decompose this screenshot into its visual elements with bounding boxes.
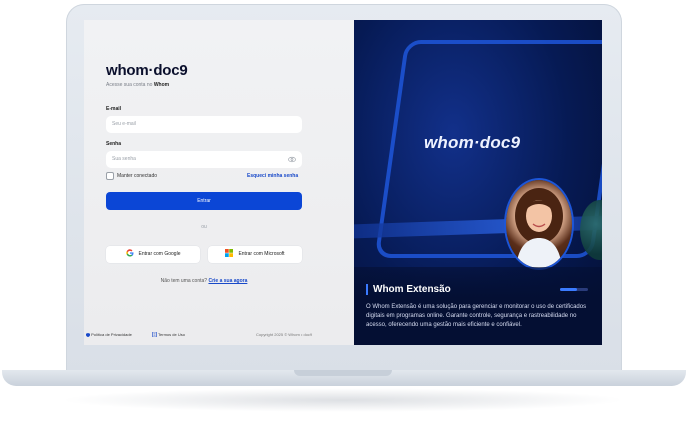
carousel-progress-fill bbox=[560, 288, 577, 291]
promo-title: Whom Extensão bbox=[366, 284, 451, 295]
promo-description: O Whom Extensão é uma solução para geren… bbox=[366, 304, 587, 328]
privacy-label: Política de Privacidade bbox=[91, 332, 132, 337]
google-login-button[interactable]: Entrar com Google bbox=[106, 246, 200, 263]
laptop-shadow bbox=[60, 388, 626, 412]
terms-link[interactable]: Termos de Uso bbox=[152, 332, 185, 338]
signup-row: Não tem uma conta? Crie a sua agora bbox=[84, 278, 324, 284]
or-divider: ou bbox=[201, 224, 207, 230]
laptop-screen: whom·doc9 Acesse sua conta no Whom E-mai… bbox=[84, 20, 602, 345]
signup-link[interactable]: Crie a sua agora bbox=[208, 278, 247, 284]
password-placeholder: Sua senha bbox=[112, 156, 136, 162]
laptop-notch bbox=[294, 370, 392, 376]
email-label: E-mail bbox=[106, 106, 122, 112]
no-account-text: Não tem uma conta? bbox=[160, 278, 208, 284]
privacy-link[interactable]: Política de Privacidade bbox=[86, 332, 132, 337]
login-subtitle: Acesse sua conta no Whom bbox=[106, 82, 169, 88]
google-icon bbox=[125, 248, 134, 257]
remember-checkbox[interactable] bbox=[106, 172, 114, 180]
microsoft-login-button[interactable]: Entrar com Microsoft bbox=[208, 246, 302, 263]
brand-logo: whom·doc9 bbox=[106, 62, 188, 79]
submit-button[interactable]: Entrar bbox=[106, 192, 302, 210]
avatar bbox=[506, 180, 572, 268]
microsoft-icon bbox=[225, 248, 234, 257]
promo-logo: whom·doc9 bbox=[424, 133, 521, 152]
person-photo bbox=[515, 188, 563, 268]
promo-panel: whom·doc9 Whom Extensão O Whom Extensão … bbox=[354, 20, 602, 345]
forgot-password-link[interactable]: Esqueci minha senha bbox=[247, 173, 298, 179]
subtitle-text: Acesse sua conta no bbox=[106, 82, 153, 88]
remember-label: Manter conectado bbox=[117, 173, 158, 179]
email-field[interactable]: Seu e-mail bbox=[106, 116, 302, 133]
google-login-label: Entrar com Google bbox=[138, 251, 181, 257]
document-icon bbox=[152, 332, 157, 338]
login-panel: whom·doc9 Acesse sua conta no Whom E-mai… bbox=[84, 20, 354, 345]
password-label: Senha bbox=[106, 141, 122, 147]
password-field[interactable]: Sua senha bbox=[106, 151, 302, 168]
microsoft-login-label: Entrar com Microsoft bbox=[238, 251, 285, 257]
terms-label: Termos de Uso bbox=[158, 332, 185, 337]
carousel-progress[interactable] bbox=[560, 288, 588, 291]
email-placeholder: Seu e-mail bbox=[112, 121, 136, 127]
eye-icon[interactable] bbox=[288, 156, 296, 163]
subtitle-brand: Whom bbox=[153, 82, 170, 88]
shield-icon bbox=[86, 332, 90, 337]
copyright: Copyright 2025 © Whom • doc9 bbox=[256, 332, 313, 337]
